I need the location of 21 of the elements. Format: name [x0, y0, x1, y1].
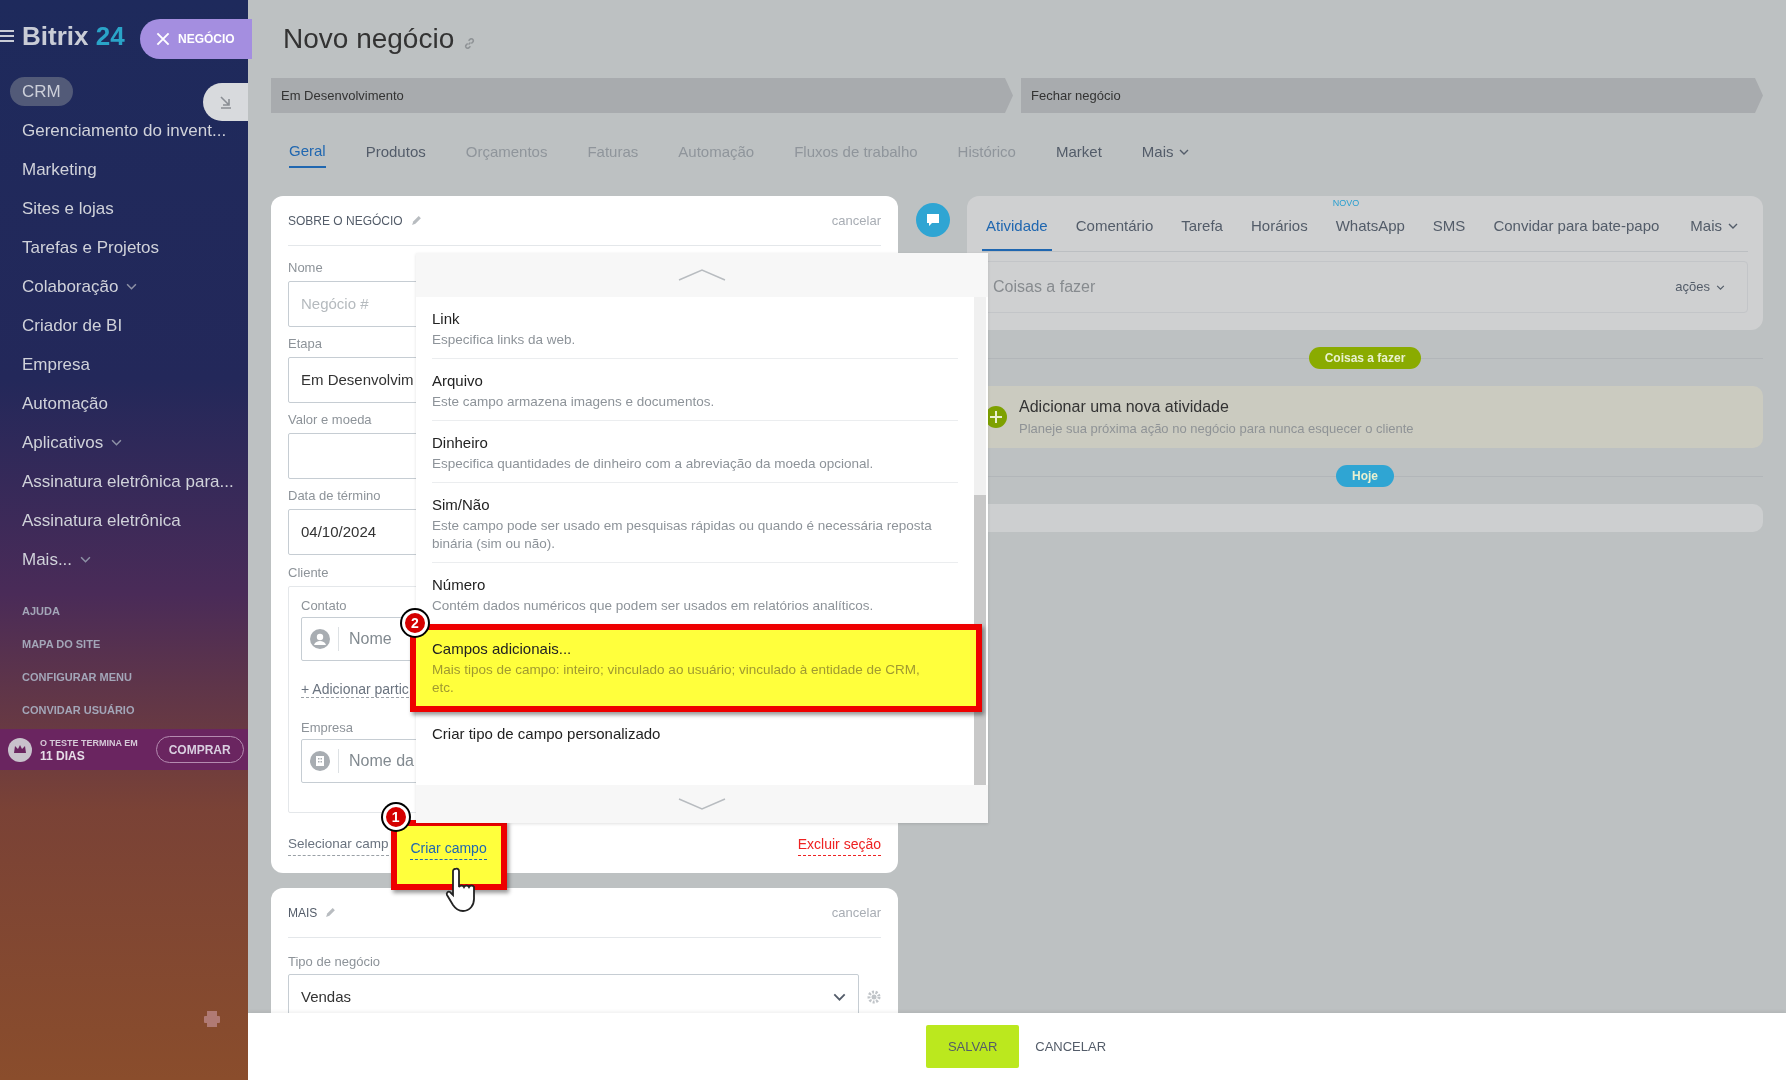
trial-text: O TESTE TERMINA EM	[40, 736, 138, 750]
page-title: Novo negócio	[283, 22, 455, 56]
field-label: Cliente	[288, 564, 329, 582]
field-label: Contato	[301, 597, 347, 615]
trial-days: 11 DIAS	[40, 749, 138, 763]
field-label: Etapa	[288, 335, 322, 353]
field-label: Empresa	[301, 719, 354, 737]
timeline-pill: Coisas a fazer	[1308, 347, 1422, 369]
section-title: MAIS	[288, 904, 318, 922]
section-title: SOBRE O NEGÓCIO	[288, 212, 403, 230]
activity-title: Adicionar uma nova atividade	[1019, 397, 1230, 418]
timeline-pill: Hoje	[1336, 465, 1394, 487]
field-label: Nome	[288, 259, 323, 277]
field-label: Valor e moeda	[288, 411, 372, 429]
field-label: Tipo de negócio	[288, 953, 382, 971]
logo: Bitrix 24	[22, 19, 125, 53]
field-label: Data de término	[288, 487, 381, 505]
step-number-badge: 2	[402, 610, 428, 636]
step-number-badge: 1	[382, 804, 409, 830]
activity-subtitle: Planeje sua próxima ação no negócio para nunca esquecer o cliente	[1019, 420, 1414, 439]
new-label: NOVO	[1332, 197, 1360, 210]
